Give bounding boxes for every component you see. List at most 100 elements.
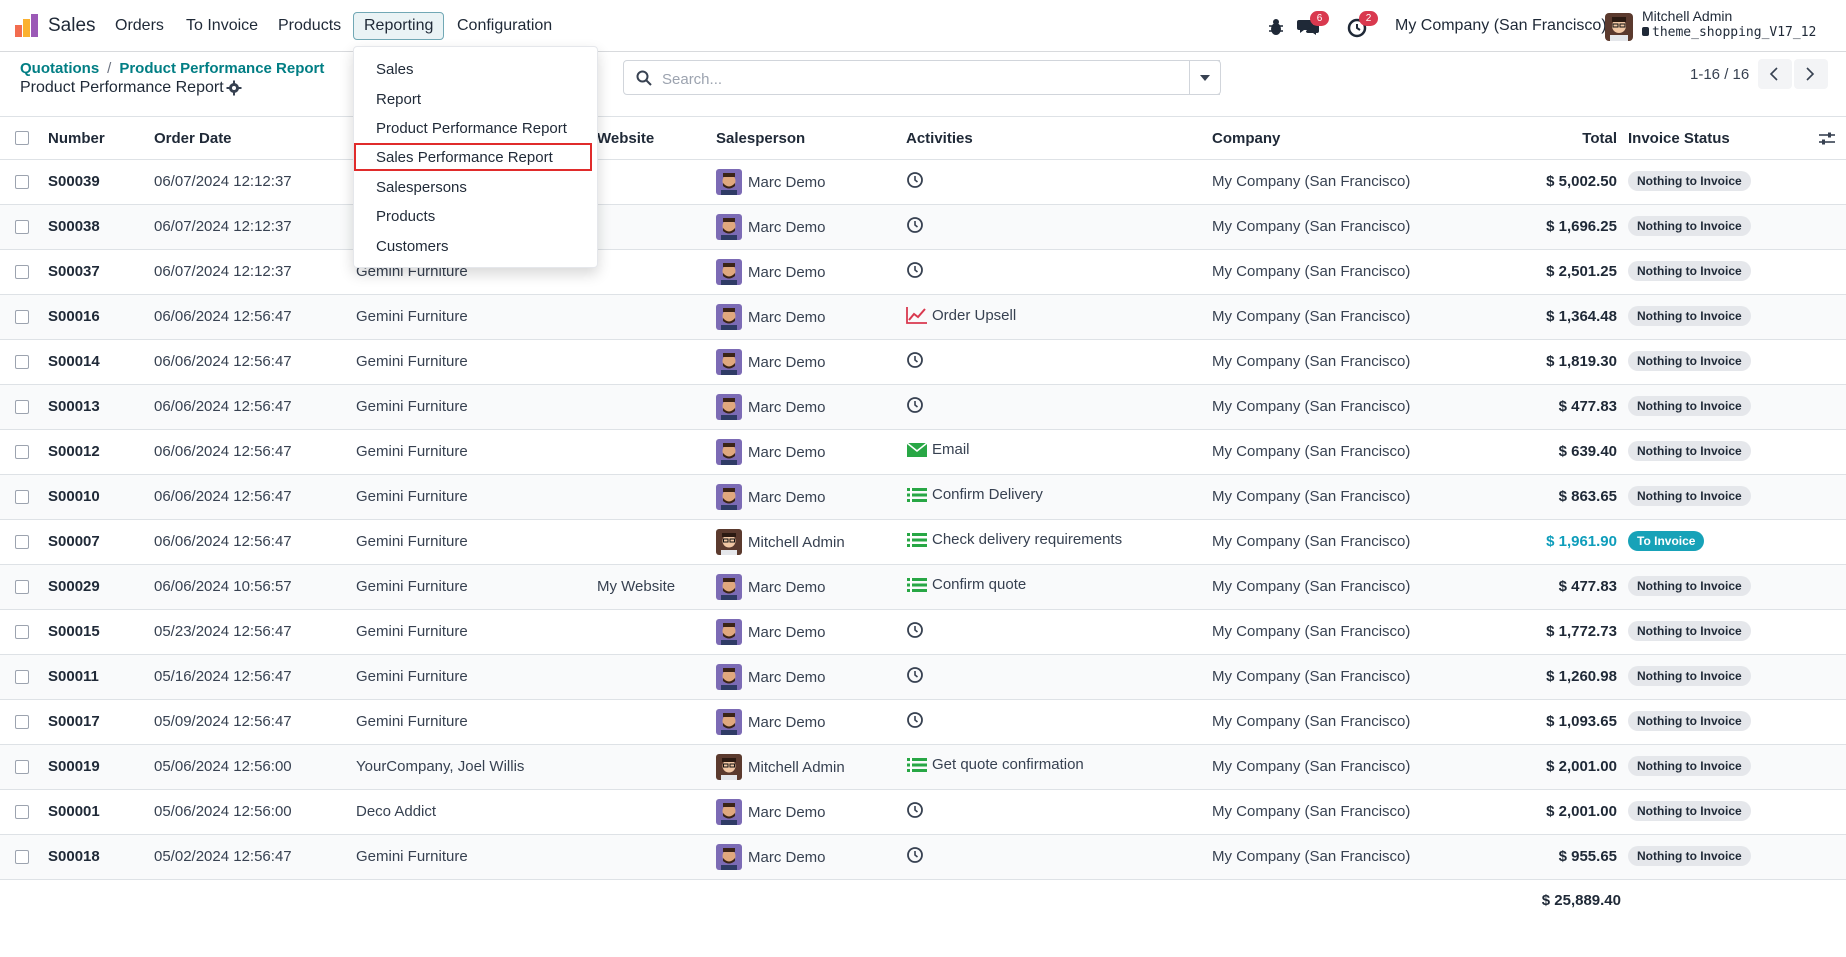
- activity[interactable]: [906, 846, 928, 864]
- activity[interactable]: [906, 396, 928, 414]
- debug-bug-icon[interactable]: [1264, 15, 1288, 39]
- row-checkbox[interactable]: [15, 715, 29, 729]
- search-options-toggle[interactable]: [1189, 60, 1221, 95]
- column-number[interactable]: Number: [48, 130, 105, 147]
- salesperson[interactable]: Marc Demo: [716, 709, 826, 735]
- row-checkbox[interactable]: [15, 400, 29, 414]
- menu-reporting[interactable]: Reporting: [353, 12, 445, 40]
- salesperson[interactable]: Marc Demo: [716, 799, 826, 825]
- salesperson[interactable]: Marc Demo: [716, 484, 826, 510]
- breadcrumb-product-performance-report[interactable]: Product Performance Report: [119, 60, 324, 77]
- salesperson[interactable]: Marc Demo: [716, 664, 826, 690]
- row-checkbox[interactable]: [15, 265, 29, 279]
- activity[interactable]: [906, 711, 928, 729]
- menu-products[interactable]: Products: [278, 17, 341, 35]
- row-checkbox[interactable]: [15, 490, 29, 504]
- salesperson[interactable]: Marc Demo: [716, 439, 826, 465]
- dropdown-item-sales-performance-report[interactable]: Sales Performance Report: [376, 149, 553, 166]
- table-row[interactable]: S00001 05/06/2024 12:56:00 Deco Addict Marc…: [0, 790, 1846, 835]
- pager-next-button[interactable]: [1794, 59, 1828, 89]
- column-salesperson[interactable]: Salesperson: [716, 130, 805, 147]
- salesperson[interactable]: Marc Demo: [716, 214, 826, 240]
- gear-icon[interactable]: [226, 80, 242, 96]
- search-input[interactable]: [660, 67, 1204, 91]
- salesperson[interactable]: Marc Demo: [716, 394, 826, 420]
- salesperson[interactable]: Marc Demo: [716, 259, 826, 285]
- table-row[interactable]: S00019 05/06/2024 12:56:00 YourCompany, Jo…: [0, 745, 1846, 790]
- activity[interactable]: Email: [906, 441, 970, 458]
- column-activities[interactable]: Activities: [906, 130, 973, 147]
- salesperson[interactable]: Mitchell Admin: [716, 754, 845, 780]
- table-row[interactable]: S00018 05/02/2024 12:56:47 Gemini Furnitur…: [0, 835, 1846, 880]
- menu-configuration[interactable]: Configuration: [457, 17, 552, 35]
- activity[interactable]: [906, 621, 928, 639]
- salesperson[interactable]: Marc Demo: [716, 349, 826, 375]
- row-checkbox[interactable]: [15, 220, 29, 234]
- salesperson[interactable]: Mitchell Admin: [716, 529, 845, 555]
- activities-button[interactable]: 2: [1345, 11, 1378, 39]
- salesperson[interactable]: Marc Demo: [716, 169, 826, 195]
- breadcrumb-quotations[interactable]: Quotations: [20, 60, 99, 77]
- table-row[interactable]: S00011 05/16/2024 12:56:47 Gemini Furnitur…: [0, 655, 1846, 700]
- sales-app-logo-icon[interactable]: [14, 14, 40, 38]
- row-checkbox[interactable]: [15, 805, 29, 819]
- table-row[interactable]: S00015 05/23/2024 12:56:47 Gemini Furnitur…: [0, 610, 1846, 655]
- dropdown-item-salespersons[interactable]: Salespersons: [376, 179, 467, 196]
- salesperson[interactable]: Marc Demo: [716, 619, 826, 645]
- messages-button[interactable]: 6: [1296, 11, 1329, 39]
- row-checkbox[interactable]: [15, 355, 29, 369]
- dropdown-item-customers[interactable]: Customers: [376, 238, 449, 255]
- table-row[interactable]: S00010 06/06/2024 12:56:47 Gemini Furnitur…: [0, 475, 1846, 520]
- row-checkbox[interactable]: [15, 670, 29, 684]
- table-row[interactable]: S00038 06/07/2024 12:12:37 Marc Demo My Com…: [0, 205, 1846, 250]
- column-invoice-status[interactable]: Invoice Status: [1628, 130, 1730, 147]
- company-switcher[interactable]: My Company (San Francisco): [1395, 17, 1607, 35]
- dropdown-item-report[interactable]: Report: [376, 91, 421, 108]
- row-checkbox[interactable]: [15, 850, 29, 864]
- activity[interactable]: Confirm Delivery: [906, 486, 1043, 503]
- table-row[interactable]: S00016 06/06/2024 12:56:47 Gemini Furnitur…: [0, 295, 1846, 340]
- row-checkbox[interactable]: [15, 580, 29, 594]
- select-all-checkbox[interactable]: [15, 131, 29, 145]
- row-checkbox[interactable]: [15, 625, 29, 639]
- activity[interactable]: [906, 801, 928, 819]
- activity[interactable]: [906, 171, 928, 189]
- table-row[interactable]: S00012 06/06/2024 12:56:47 Gemini Furnitur…: [0, 430, 1846, 475]
- user-name[interactable]: Mitchell Admin: [1642, 8, 1732, 24]
- dropdown-item-sales[interactable]: Sales: [376, 61, 414, 78]
- column-order-date[interactable]: Order Date: [154, 130, 232, 147]
- row-checkbox[interactable]: [15, 175, 29, 189]
- activity[interactable]: [906, 351, 928, 369]
- app-name[interactable]: Sales: [48, 15, 96, 37]
- row-checkbox[interactable]: [15, 535, 29, 549]
- table-row[interactable]: S00029 06/06/2024 10:56:57 Gemini Furnitur…: [0, 565, 1846, 610]
- row-checkbox[interactable]: [15, 310, 29, 324]
- pager-value[interactable]: 1-16 / 16: [1690, 66, 1749, 83]
- column-company[interactable]: Company: [1212, 130, 1280, 147]
- table-row[interactable]: S00039 06/07/2024 12:12:37 Marc Demo My Com…: [0, 160, 1846, 205]
- activity[interactable]: Order Upsell: [906, 306, 1016, 324]
- column-total[interactable]: Total: [1582, 130, 1617, 147]
- activity[interactable]: [906, 216, 928, 234]
- table-row[interactable]: S00007 06/06/2024 12:56:47 Gemini Furnitur…: [0, 520, 1846, 565]
- salesperson[interactable]: Marc Demo: [716, 304, 826, 330]
- menu-to-invoice[interactable]: To Invoice: [186, 17, 258, 35]
- user-avatar[interactable]: [1605, 13, 1633, 41]
- pager-previous-button[interactable]: [1758, 59, 1792, 89]
- salesperson[interactable]: Marc Demo: [716, 574, 826, 600]
- table-row[interactable]: S00014 06/06/2024 12:56:47 Gemini Furnitur…: [0, 340, 1846, 385]
- activity[interactable]: Confirm quote: [906, 576, 1026, 593]
- row-checkbox[interactable]: [15, 760, 29, 774]
- menu-orders[interactable]: Orders: [115, 17, 164, 35]
- table-row[interactable]: S00013 06/06/2024 12:56:47 Gemini Furnitur…: [0, 385, 1846, 430]
- table-row[interactable]: S00037 06/07/2024 12:12:37 Gemini Furnitur…: [0, 250, 1846, 295]
- dropdown-item-products[interactable]: Products: [376, 208, 435, 225]
- activity[interactable]: [906, 261, 928, 279]
- column-website[interactable]: Website: [597, 130, 654, 147]
- row-checkbox[interactable]: [15, 445, 29, 459]
- activity[interactable]: [906, 666, 928, 684]
- table-row[interactable]: S00017 05/09/2024 12:56:47 Gemini Furnitur…: [0, 700, 1846, 745]
- activity[interactable]: Check delivery requirements: [906, 531, 1122, 548]
- optional-columns-settings-icon[interactable]: [1818, 131, 1836, 147]
- activity[interactable]: Get quote confirmation: [906, 756, 1084, 773]
